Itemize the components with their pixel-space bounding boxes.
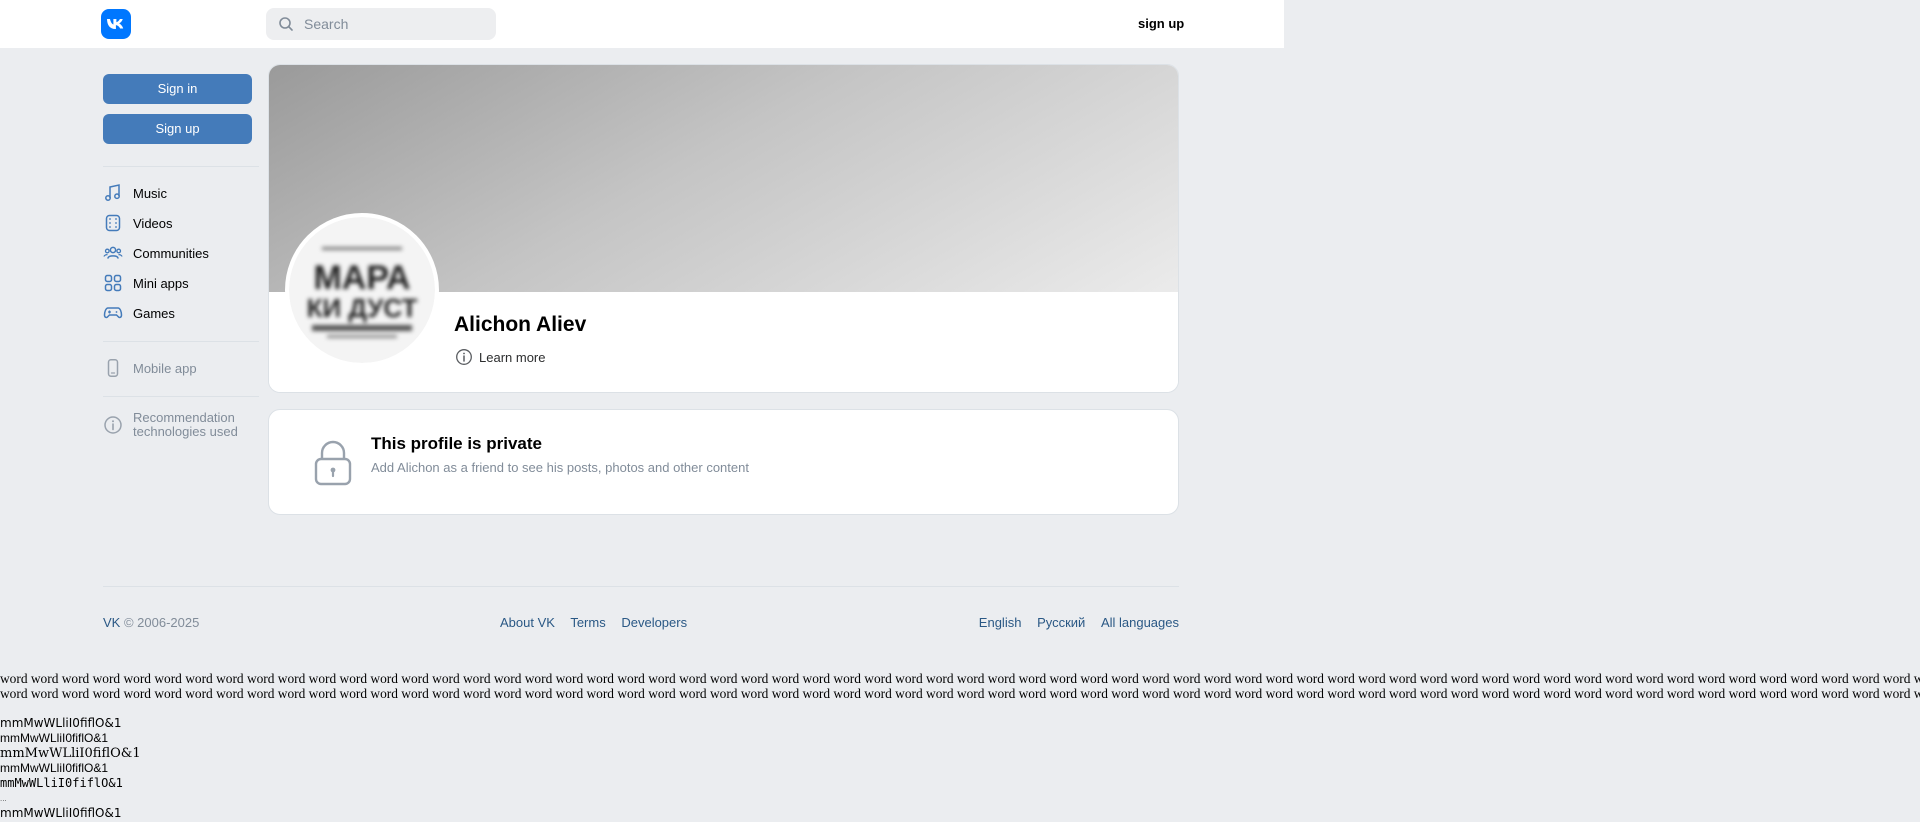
search-input[interactable]: [302, 15, 486, 33]
search-icon: [279, 17, 293, 31]
private-profile-card: This profile is private Add Alichon as a…: [268, 409, 1179, 515]
filler-line: word word word word word word word word …: [0, 686, 1920, 701]
sidebar-item-label: Music: [133, 185, 167, 201]
footer-link-developers[interactable]: Developers: [621, 615, 687, 630]
footer-link-about[interactable]: About VK: [500, 615, 555, 630]
signup-link[interactable]: sign up: [1138, 16, 1184, 31]
sign-in-button[interactable]: Sign in: [103, 74, 252, 104]
sidebar-item-recommendations[interactable]: Recommendation technologies used: [103, 410, 259, 440]
lock-icon: [314, 440, 352, 486]
font-test-block: mmMwWLliI0fiflO&1 mmMwWLliI0fiflO&1 mmMw…: [0, 716, 141, 821]
footer-divider: [103, 586, 1179, 587]
private-subtitle: Add Alichon as a friend to see his posts…: [371, 460, 749, 475]
font-test-line: mmMwWLliI0fiflO&1: [0, 746, 141, 761]
learn-more-label: Learn more: [479, 349, 546, 365]
phone-icon: [103, 358, 123, 378]
sidebar-item-mini-apps[interactable]: Mini apps: [103, 268, 259, 298]
footer-languages: English Русский All languages: [979, 615, 1179, 630]
vk-logo-icon[interactable]: [101, 9, 131, 39]
footer-copyright-text: © 2006-2025: [123, 615, 200, 630]
font-test-line: mmMwWLliI0fiflO&1: [0, 761, 109, 775]
video-icon: [103, 213, 123, 233]
avatar[interactable]: МАРА КИ ДУСТ: [285, 213, 439, 367]
gamepad-icon: [103, 303, 123, 323]
sidebar-item-label: Games: [133, 305, 175, 321]
footer-copyright: VK © 2006-2025: [103, 615, 199, 630]
music-icon: [103, 183, 123, 203]
sidebar-item-videos[interactable]: Videos: [103, 208, 259, 238]
avatar-image: МАРА КИ ДУСТ: [289, 217, 435, 363]
font-test-line: mmMwWLliI0fiflO&1: [0, 716, 122, 730]
profile-card: МАРА КИ ДУСТ Alichon Aliev Learn more: [268, 64, 1179, 393]
top-bar: sign up: [0, 0, 1284, 48]
users-icon: [103, 243, 123, 263]
sidebar-item-label: Mobile app: [133, 360, 197, 376]
sidebar-nav: Music Videos Communities Mini apps Games: [103, 178, 259, 328]
font-test-line: mmMwWLliI0fiflO&1: [0, 776, 123, 790]
avatar-text-line2: КИ ДУСТ: [307, 293, 418, 323]
apps-icon: [103, 273, 123, 293]
sidebar-divider: [103, 166, 259, 167]
sidebar-divider: [103, 341, 259, 342]
sidebar-item-label: Communities: [133, 245, 209, 261]
sidebar-item-music[interactable]: Music: [103, 178, 259, 208]
language-russian[interactable]: Русский: [1037, 615, 1085, 630]
learn-more-link[interactable]: Learn more: [455, 348, 545, 366]
sidebar-item-communities[interactable]: Communities: [103, 238, 259, 268]
avatar-text-line1: МАРА: [313, 259, 410, 297]
font-test-line: mmMwWLliI0fiflO&1: [0, 731, 109, 745]
language-english[interactable]: English: [979, 615, 1022, 630]
language-all[interactable]: All languages: [1101, 615, 1179, 630]
info-icon: [456, 349, 472, 365]
sidebar-item-games[interactable]: Games: [103, 298, 259, 328]
recommendation-label: Recommendation technologies used: [133, 411, 238, 439]
sidebar-item-mobile-app[interactable]: Mobile app: [103, 353, 259, 383]
font-test-line: mmMwWLliI0fiflO&1: [0, 806, 122, 820]
private-title: This profile is private: [371, 434, 542, 453]
search-box[interactable]: [266, 8, 496, 40]
filler-text: word word word word word word word word …: [0, 671, 1920, 701]
info-icon: [103, 415, 123, 435]
recommendation-line2: technologies used: [133, 424, 238, 439]
footer-links: About VK Terms Developers: [500, 615, 699, 630]
footer-brand-link[interactable]: VK: [103, 615, 120, 630]
sidebar: Sign in Sign up Music Videos Communities: [103, 74, 259, 440]
profile-name: Alichon Aliev: [454, 313, 587, 336]
sign-up-button[interactable]: Sign up: [103, 114, 252, 144]
sidebar-item-label: Videos: [133, 215, 173, 231]
font-test-line: ...: [0, 794, 7, 803]
filler-line: word word word word word word word word …: [0, 671, 1920, 686]
recommendation-line1: Recommendation: [133, 410, 235, 425]
sidebar-item-label: Mini apps: [133, 275, 189, 291]
footer-link-terms[interactable]: Terms: [570, 615, 605, 630]
sidebar-divider: [103, 396, 259, 397]
